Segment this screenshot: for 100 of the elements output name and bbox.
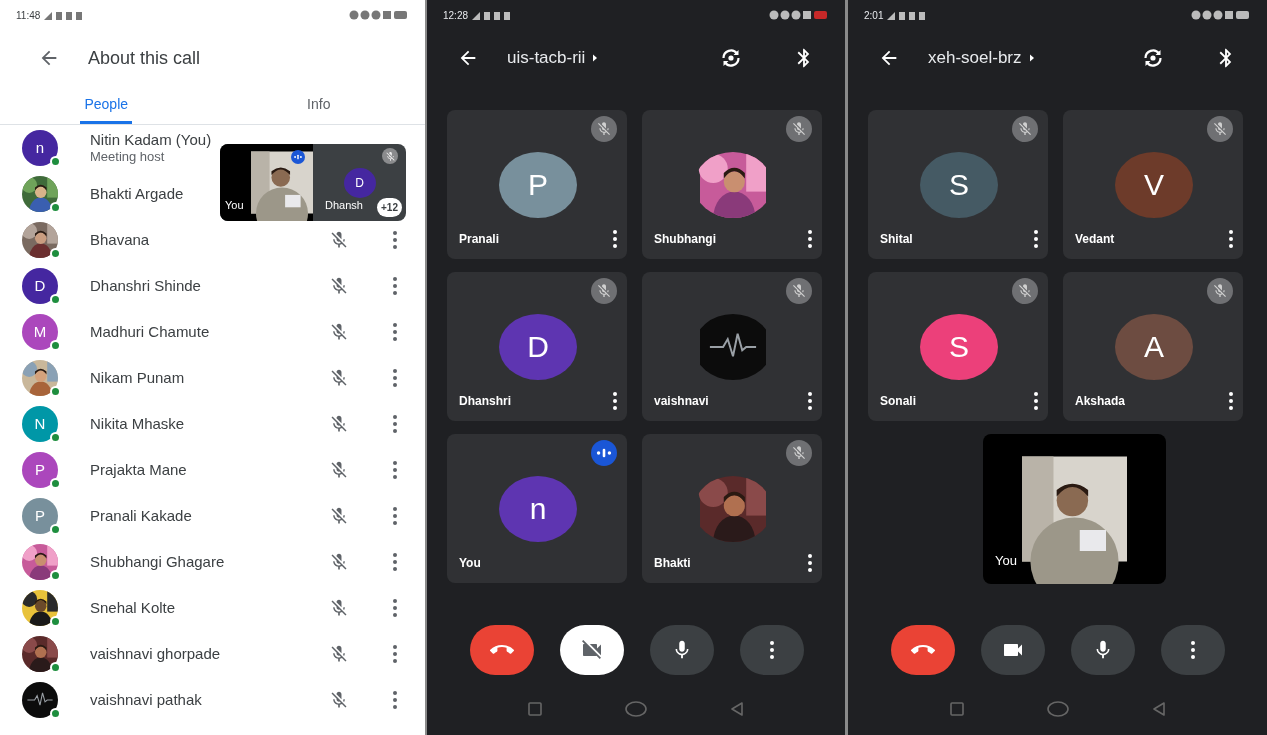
more-icon: [393, 552, 397, 572]
more-button[interactable]: [393, 690, 397, 710]
more-icon: [393, 276, 397, 296]
microphone-button[interactable]: [650, 625, 714, 675]
more-button[interactable]: [613, 229, 617, 249]
more-button[interactable]: [393, 552, 397, 572]
status-time: 12:28: [443, 8, 469, 23]
participant-name: Akshada: [1075, 393, 1126, 410]
presence-dot: [50, 156, 61, 167]
participant-name: Nitin Kadam (You): [90, 131, 212, 150]
page-title: About this call: [88, 46, 201, 70]
meeting-code: uis-tacb-rii: [507, 47, 586, 70]
camera-button[interactable]: [560, 625, 624, 675]
picture-in-picture-panel[interactable]: You D Dhansh +12: [220, 144, 406, 221]
participant-name: Bhakti: [654, 555, 691, 572]
more-button[interactable]: [1229, 391, 1233, 411]
back-nav-button[interactable]: [1151, 701, 1166, 717]
more-button[interactable]: [1034, 391, 1038, 411]
circle-icon: [1046, 701, 1069, 717]
participant-name: Bhakti Argade: [90, 183, 184, 204]
more-button[interactable]: [393, 276, 397, 296]
mic-off-icon: [791, 121, 807, 137]
participant-name: You: [459, 555, 481, 572]
avatar: P: [499, 151, 577, 218]
more-button[interactable]: [393, 644, 397, 664]
avatar: n: [22, 130, 58, 166]
participant-name: vaishnavi ghorpade: [90, 643, 221, 664]
more-button[interactable]: [393, 506, 397, 526]
more-icon: [808, 391, 812, 411]
more-button[interactable]: [393, 322, 397, 342]
more-icon: [1229, 391, 1233, 411]
avatar: A: [1115, 313, 1193, 380]
more-button[interactable]: [393, 414, 397, 434]
participant-name: Madhuri Chamute: [90, 321, 210, 342]
end-call-button[interactable]: [891, 625, 955, 675]
mic-off-icon: [1212, 121, 1228, 137]
triangle-icon: [729, 701, 744, 717]
switch-camera-button[interactable]: [1141, 46, 1165, 70]
more-button[interactable]: [393, 598, 397, 618]
presence-dot: [50, 616, 61, 627]
more-icon: [613, 229, 617, 249]
participant-name: Prajakta Mane: [90, 459, 187, 480]
participant-name: Sonali: [880, 393, 916, 410]
triangle-icon: [1151, 701, 1166, 717]
more-icon: [808, 229, 812, 249]
camera-switch-icon: [719, 46, 743, 70]
more-icon: [393, 368, 397, 388]
mic-off-icon: [1017, 283, 1033, 299]
more-button[interactable]: [808, 229, 812, 249]
status-icons-drawing: [349, 10, 409, 20]
avatar: S: [920, 151, 998, 218]
avatar: N: [22, 406, 58, 442]
more-button[interactable]: [808, 391, 812, 411]
participant-name: Dhansh: [325, 197, 363, 213]
participant-name: Dhanshri Shinde: [90, 275, 201, 296]
presence-dot: [50, 294, 61, 305]
more-button[interactable]: [393, 460, 397, 480]
square-icon: [528, 702, 543, 716]
participant-name: Nikam Punam: [90, 367, 185, 388]
home-button[interactable]: [1046, 701, 1069, 717]
more-button[interactable]: [1229, 229, 1233, 249]
avatar: n: [499, 475, 577, 542]
more-icon: [393, 322, 397, 342]
mic-off-icon: [1212, 283, 1228, 299]
more-icon: [1229, 229, 1233, 249]
avatar: M: [22, 314, 58, 350]
back-nav-button[interactable]: [729, 701, 744, 717]
participant-name: Snehal Kolte: [90, 597, 176, 618]
microphone-button[interactable]: [1071, 625, 1135, 675]
avatar: V: [1115, 151, 1193, 218]
status-icons-drawing: [44, 10, 85, 20]
switch-camera-button[interactable]: [719, 46, 743, 70]
status-time: 11:48: [16, 8, 41, 23]
circle-icon: [625, 701, 647, 717]
tab[interactable]: People: [80, 86, 133, 124]
participant-name: Vedant: [1075, 231, 1115, 248]
presence-dot: [50, 478, 61, 489]
presence-dot: [50, 662, 61, 673]
more-button[interactable]: [393, 230, 397, 250]
more-button[interactable]: [393, 368, 397, 388]
camera-button[interactable]: [981, 625, 1045, 675]
presence-dot: [50, 202, 61, 213]
presence-dot: [50, 524, 61, 535]
avatar: D: [22, 268, 58, 304]
more-button[interactable]: [808, 553, 812, 573]
avatar: D: [343, 167, 376, 198]
mic-off-icon: [596, 121, 612, 137]
participant-name: You: [225, 197, 244, 213]
participant-name: Nikita Mhaske: [90, 413, 185, 434]
more-button[interactable]: [1034, 229, 1038, 249]
end-call-button[interactable]: [470, 625, 534, 675]
home-button[interactable]: [625, 701, 647, 717]
more-icon: [393, 460, 397, 480]
participant-name: You: [995, 551, 1017, 570]
status-icons-drawing: [887, 10, 928, 20]
participant-name: Bhavana: [90, 229, 150, 250]
more-button[interactable]: [613, 391, 617, 411]
mic-off-icon: [791, 283, 807, 299]
participant-name: Shubhangi: [654, 231, 716, 248]
tab[interactable]: Info: [303, 86, 335, 124]
